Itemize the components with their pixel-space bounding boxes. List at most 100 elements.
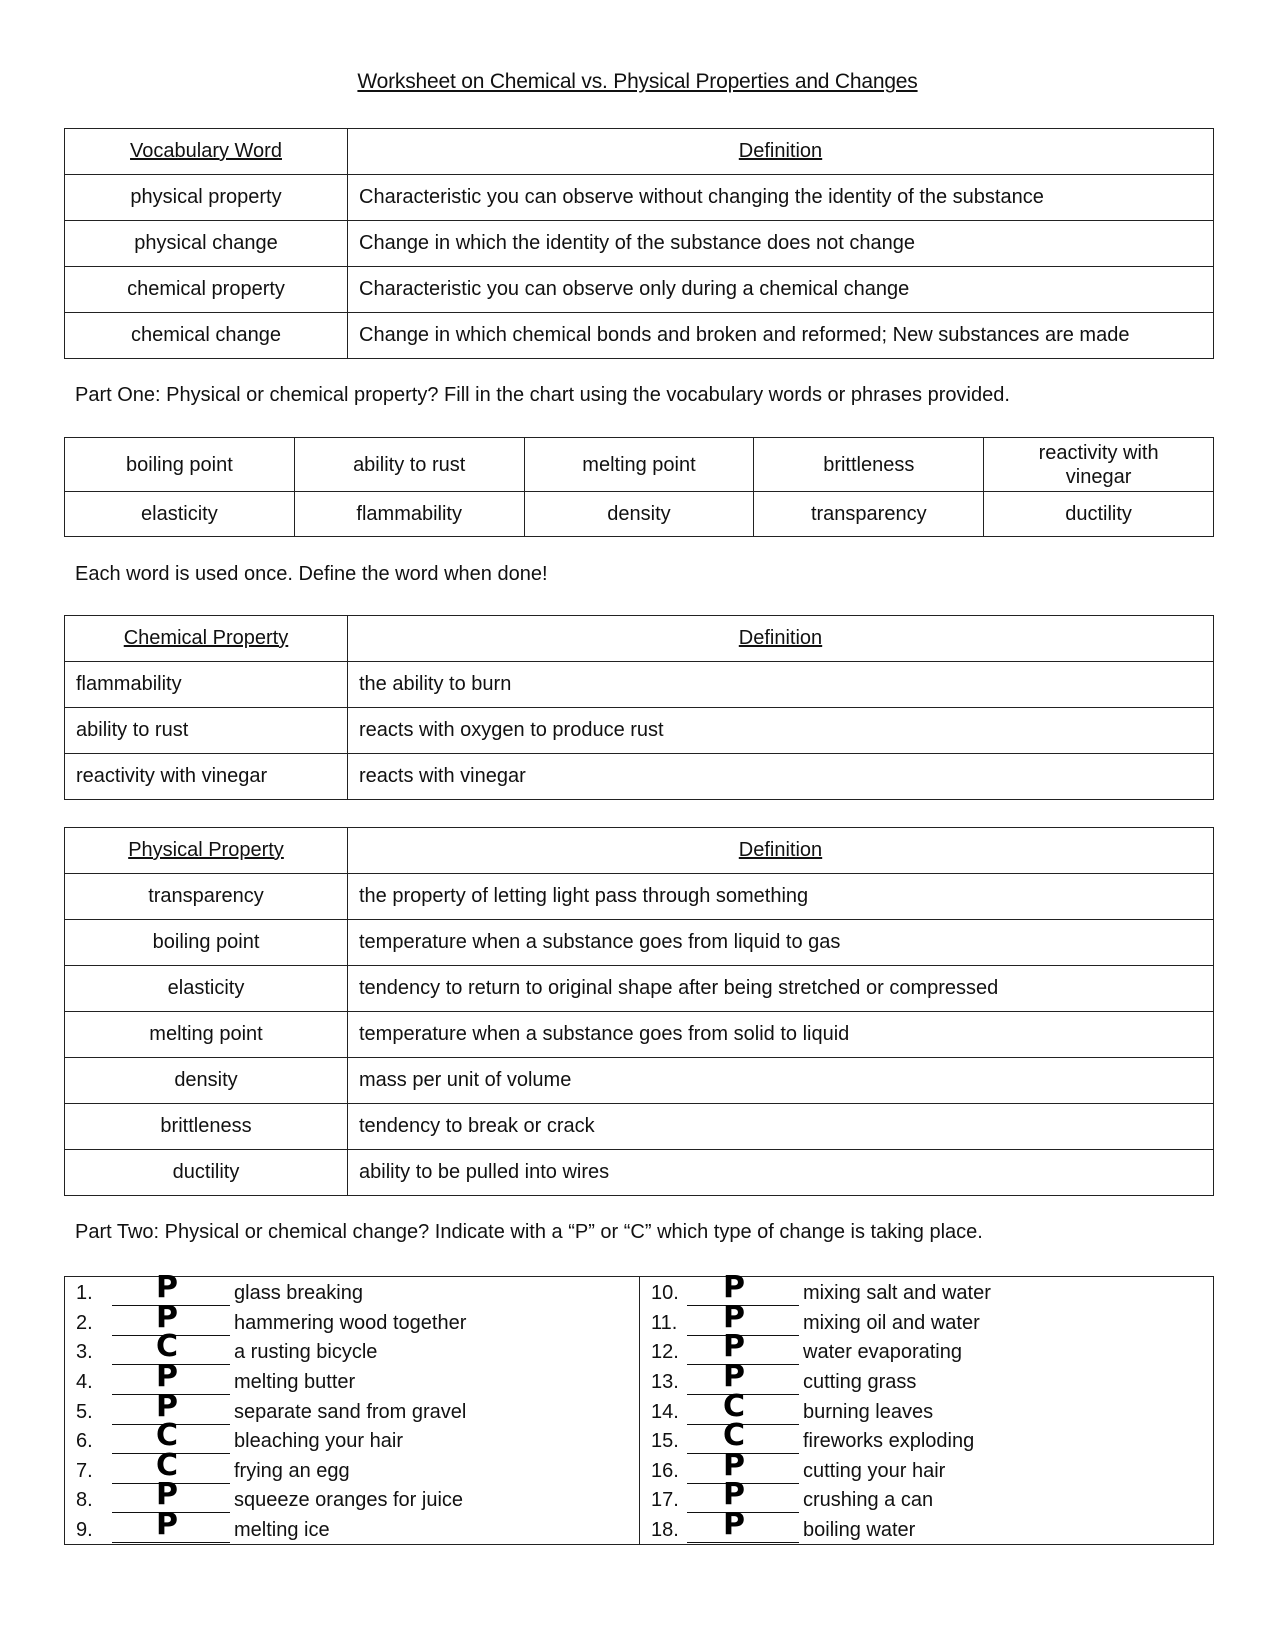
answers-column-right: 10. Pmixing salt and water 11. Pmixing oil … [640, 1273, 1213, 1546]
word-bank-cell: melting point [523, 437, 755, 492]
word-bank-cell: flammability [293, 491, 525, 537]
physical-property-word: transparency [64, 873, 348, 920]
physical-property-word: melting point [64, 1011, 348, 1058]
table-row: chemical property Characteristic you can… [64, 266, 1214, 313]
change-description: separate sand from gravel [234, 1400, 467, 1423]
table-row: boiling point temperature when a substan… [64, 919, 1214, 966]
chemical-property-word: reactivity with vinegar [64, 753, 348, 800]
item-number: 16. [651, 1459, 679, 1482]
handwritten-answer: P [723, 1359, 745, 1395]
vocab-definition: Change in which chemical bonds and broke… [347, 312, 1214, 359]
word-bank-cell: ductility [983, 491, 1214, 537]
item-number: 8. [76, 1489, 93, 1512]
physical-property-header: Physical Property [64, 827, 348, 874]
vocab-word: physical property [64, 174, 348, 221]
chemical-property-definition: the ability to burn [347, 661, 1214, 708]
physical-property-word: density [64, 1057, 348, 1104]
item-number: 3. [76, 1341, 93, 1364]
word-bank-cell: density [523, 491, 755, 537]
table-row: reactivity with vinegar reacts with vine… [64, 753, 1214, 800]
handwritten-answer: P [156, 1388, 178, 1424]
handwritten-answer: P [723, 1329, 745, 1365]
chemical-property-definition: reacts with oxygen to produce rust [347, 707, 1214, 754]
word-bank-cell: boiling point [64, 437, 295, 492]
chemical-property-word: flammability [64, 661, 348, 708]
physical-property-definition: temperature when a substance goes from l… [347, 919, 1214, 966]
vocab-word: chemical change [64, 312, 348, 359]
vocab-definition: Characteristic you can observe without c… [347, 174, 1214, 221]
item-number: 6. [76, 1430, 93, 1453]
chemical-property-word: ability to rust [64, 707, 348, 754]
item-number: 4. [76, 1371, 93, 1394]
change-description: hammering wood together [234, 1311, 467, 1334]
word-bank-cell: reactivity with vinegar [983, 437, 1214, 492]
item-number: 7. [76, 1459, 93, 1482]
answer-blank[interactable]: P [687, 1510, 799, 1544]
table-row: physical change Change in which the iden… [64, 220, 1214, 267]
handwritten-answer: P [156, 1299, 178, 1335]
word-bank-table: boiling point ability to rust melting po… [64, 437, 1214, 537]
change-description: frying an egg [234, 1459, 350, 1482]
item-number: 18. [651, 1519, 679, 1542]
change-description: mixing salt and water [803, 1282, 991, 1305]
physical-property-definition: the property of letting light pass throu… [347, 873, 1214, 920]
change-answers-table: 1. Pglass breaking 2. Phammering wood toget… [64, 1273, 1214, 1546]
change-description: bleaching your hair [234, 1430, 403, 1453]
change-description: melting ice [234, 1519, 330, 1542]
worksheet-title: Worksheet on Chemical vs. Physical Prope… [357, 70, 918, 93]
table-row: density mass per unit of volume [64, 1057, 1214, 1104]
handwritten-answer: C [723, 1418, 746, 1454]
word-bank-row: boiling point ability to rust melting po… [64, 437, 1214, 492]
word-bank-row: elasticity flammability density transpar… [64, 491, 1214, 537]
item-number: 9. [76, 1519, 93, 1542]
item-number: 17. [651, 1489, 679, 1512]
vocab-definition: Characteristic you can observe only duri… [347, 266, 1214, 313]
vocabulary-word-header: Vocabulary Word [64, 128, 348, 175]
word-bank-cell: transparency [753, 491, 985, 537]
definition-header: Definition [347, 615, 1214, 662]
change-description: a rusting bicycle [234, 1341, 378, 1364]
change-description: cutting your hair [803, 1459, 946, 1482]
answers-column-left: 1. Pglass breaking 2. Phammering wood toget… [65, 1273, 640, 1544]
handwritten-answer: C [156, 1418, 179, 1454]
physical-header-row: Physical Property Definition [64, 827, 1214, 874]
table-row: transparency the property of letting lig… [64, 873, 1214, 920]
table-row: melting point temperature when a substan… [64, 1011, 1214, 1058]
vocab-word: physical change [64, 220, 348, 267]
change-description: fireworks exploding [803, 1430, 975, 1453]
handwritten-answer: P [723, 1299, 745, 1335]
physical-property-table: Physical Property Definition transparenc… [64, 827, 1214, 1196]
table-row: ability to rust reacts with oxygen to pr… [64, 707, 1214, 754]
handwritten-answer: P [723, 1447, 745, 1483]
change-item: 18. Pboiling water [651, 1510, 1213, 1546]
item-number: 13. [651, 1371, 679, 1394]
item-number: 15. [651, 1430, 679, 1453]
table-row: physical property Characteristic you can… [64, 174, 1214, 221]
handwritten-answer: P [156, 1507, 178, 1543]
handwritten-answer: C [156, 1447, 179, 1483]
change-description: mixing oil and water [803, 1311, 980, 1334]
part-one-note: Each word is used once. Define the word … [75, 563, 548, 585]
change-description: cutting grass [803, 1371, 917, 1394]
item-number: 12. [651, 1341, 679, 1364]
item-number: 2. [76, 1311, 93, 1334]
handwritten-answer: P [156, 1359, 178, 1395]
change-description: burning leaves [803, 1400, 934, 1423]
change-description: squeeze oranges for juice [234, 1489, 464, 1512]
physical-property-definition: mass per unit of volume [347, 1057, 1214, 1104]
table-row: ductility ability to be pulled into wire… [64, 1149, 1214, 1196]
physical-property-word: ductility [64, 1149, 348, 1196]
item-number: 1. [76, 1282, 93, 1305]
change-description: crushing a can [803, 1489, 934, 1512]
table-row: brittleness tendency to break or crack [64, 1103, 1214, 1150]
answer-blank[interactable]: P [112, 1510, 230, 1544]
physical-property-word: brittleness [64, 1103, 348, 1150]
handwritten-answer: P [723, 1477, 745, 1513]
chemical-property-definition: reacts with vinegar [347, 753, 1214, 800]
handwritten-answer: P [723, 1270, 745, 1306]
word-bank-cell: elasticity [64, 491, 295, 537]
change-description: boiling water [803, 1519, 916, 1542]
vocab-definition: Change in which the identity of the subs… [347, 220, 1214, 267]
chemical-property-table: Chemical Property Definition flammabilit… [64, 615, 1214, 800]
change-description: glass breaking [234, 1282, 363, 1305]
